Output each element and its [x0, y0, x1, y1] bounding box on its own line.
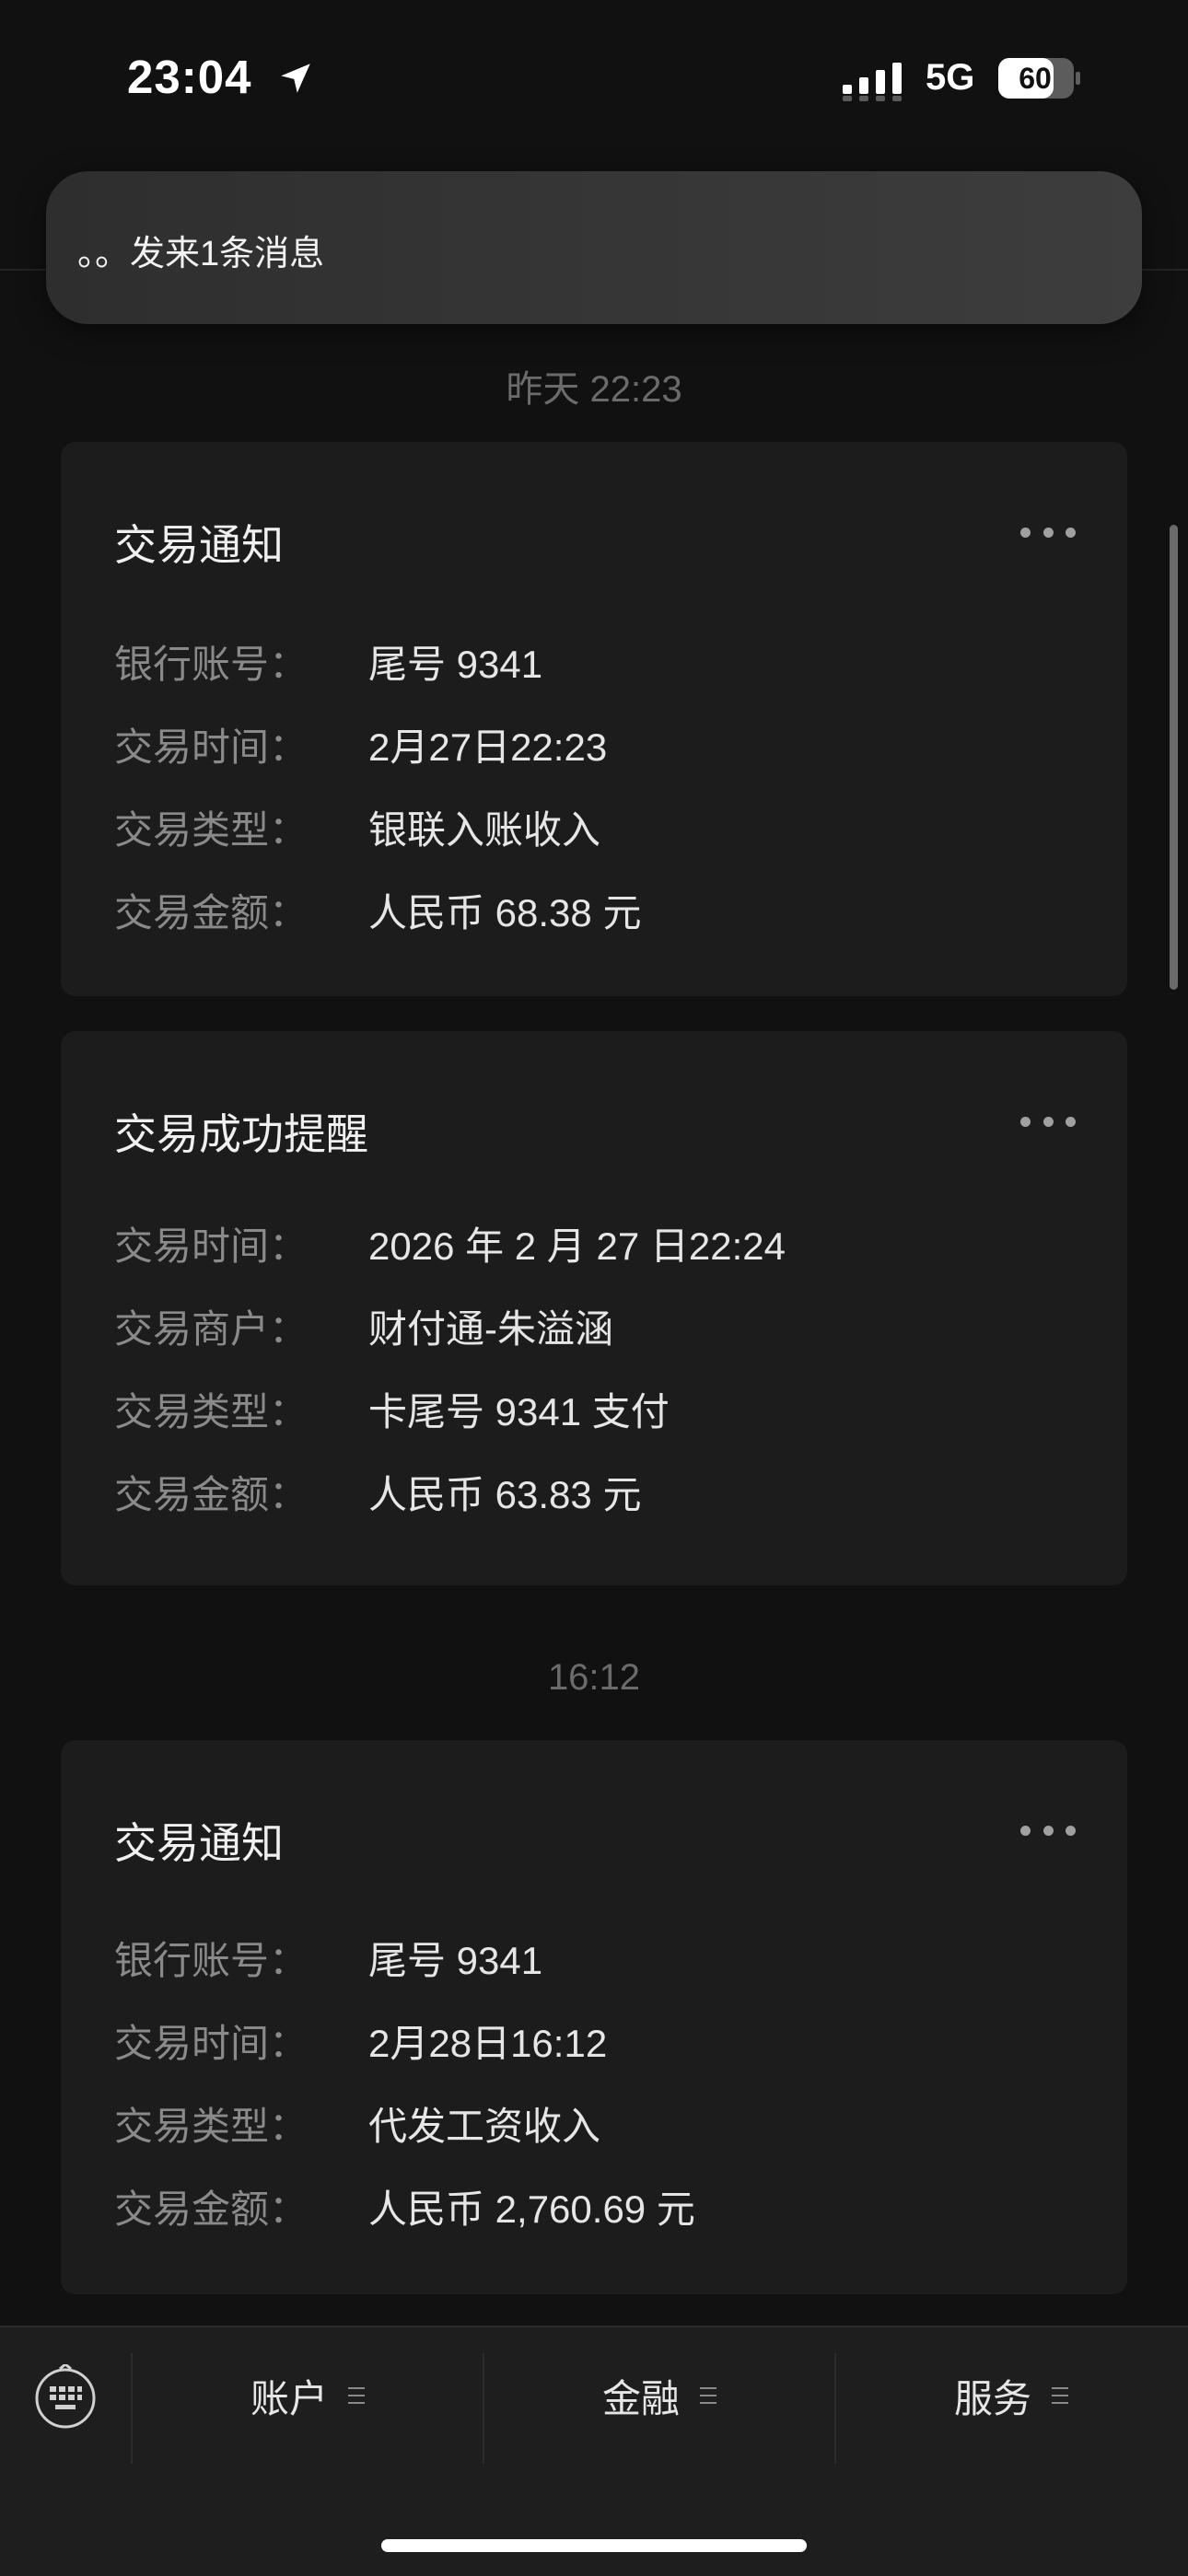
- row-value: 财付通-朱溢涵: [368, 1307, 613, 1351]
- row-label: 银行账号：: [114, 643, 309, 686]
- more-dots-icon[interactable]: [1020, 1114, 1076, 1129]
- status-bar: 23:04 5G 60: [0, 0, 1188, 157]
- row-value: 2月28日16:12: [368, 2022, 608, 2065]
- card-title: 交易成功提醒: [114, 1110, 368, 1158]
- battery-icon: 60: [998, 58, 1080, 99]
- message-timestamp: 16:12: [547, 1657, 641, 1698]
- notification-text: 。。发来1条消息: [77, 235, 325, 273]
- tab-label: 服务: [953, 2376, 1031, 2420]
- row-label: 交易时间：: [114, 725, 309, 769]
- row-value: 尾号 9341: [368, 643, 543, 686]
- home-indicator[interactable]: [381, 2539, 807, 2552]
- row-value: 卡尾号 9341 支付: [368, 1390, 670, 1433]
- row-value: 人民币 63.83 元: [368, 1473, 642, 1516]
- row-label: 交易类型：: [114, 1390, 309, 1433]
- row-value: 2026 年 2 月 27 日22:24: [368, 1224, 786, 1268]
- card-title: 交易通知: [114, 1819, 284, 1867]
- tab-services[interactable]: 服务: [836, 2357, 1186, 2434]
- transaction-card[interactable]: 交易成功提醒 交易时间： 2026 年 2 月 27 日22:24 交易商户： 财付…: [61, 1031, 1127, 1585]
- tab-label: 金融: [601, 2376, 680, 2420]
- row-label: 交易类型：: [114, 2105, 309, 2148]
- scrollbar[interactable]: [1170, 525, 1178, 990]
- row-value: 人民币 2,760.69 元: [368, 2187, 695, 2231]
- more-dots-icon[interactable]: [1020, 1823, 1076, 1838]
- row-label: 银行账号：: [114, 1939, 309, 1982]
- row-value: 人民币 68.38 元: [368, 891, 642, 934]
- location-arrow-icon: [281, 64, 310, 93]
- row-value: 银联入账收入: [368, 808, 601, 852]
- row-label: 交易时间：: [114, 1224, 309, 1268]
- menu-lines-icon: [1052, 2387, 1068, 2404]
- row-label: 交易金额：: [114, 2187, 309, 2231]
- row-label: 交易金额：: [114, 1473, 309, 1516]
- row-label: 交易时间：: [114, 2022, 309, 2065]
- more-dots-icon[interactable]: [1020, 525, 1076, 540]
- message-timestamp: 昨天 22:23: [506, 369, 682, 410]
- menu-lines-icon: [700, 2387, 716, 2404]
- network-type: 5G: [926, 57, 975, 98]
- status-time: 23:04: [127, 51, 252, 103]
- transaction-card[interactable]: 交易通知 银行账号： 尾号 9341 交易时间： 2月27日22:23 交易类型： 银…: [61, 442, 1127, 996]
- row-label: 交易类型：: [114, 808, 309, 852]
- card-title: 交易通知: [114, 521, 284, 569]
- cellular-signal-icon: [843, 63, 902, 101]
- tab-account[interactable]: 账户: [133, 2357, 483, 2434]
- tab-finance[interactable]: 金融: [484, 2357, 834, 2434]
- battery-level: 60: [1019, 62, 1052, 95]
- row-value: 2月27日22:23: [368, 725, 608, 769]
- tab-label: 账户: [250, 2376, 328, 2420]
- row-value: 代发工资收入: [368, 2105, 601, 2148]
- keyboard-icon[interactable]: [33, 2364, 98, 2429]
- row-label: 交易金额：: [114, 891, 309, 934]
- row-label: 交易商户：: [114, 1307, 309, 1351]
- transaction-card[interactable]: 交易通知 银行账号： 尾号 9341 交易时间： 2月28日16:12 交易类型： 代…: [61, 1740, 1127, 2294]
- menu-lines-icon: [348, 2387, 365, 2404]
- row-value: 尾号 9341: [368, 1939, 543, 1982]
